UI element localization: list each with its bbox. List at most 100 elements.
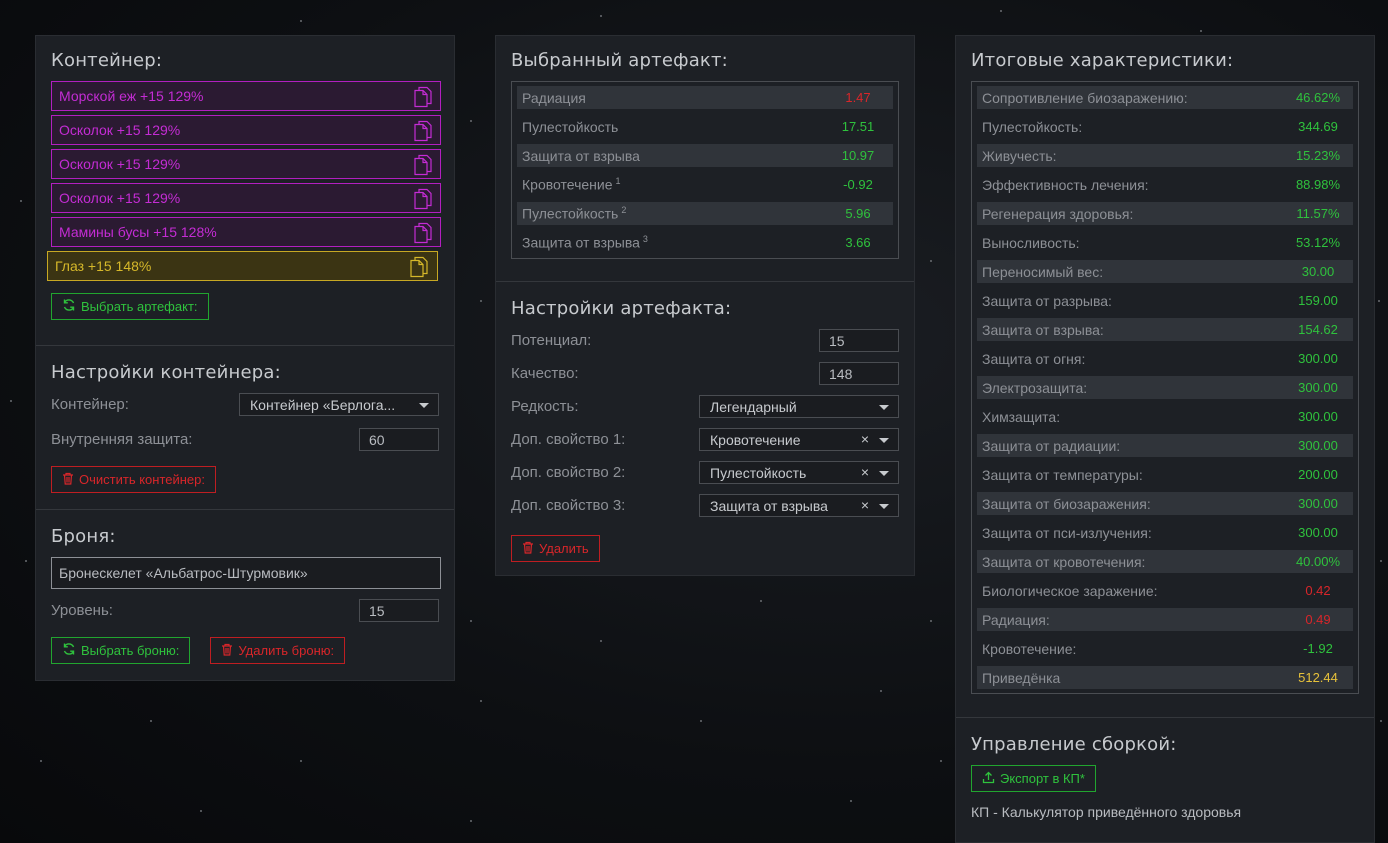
container-select-value: Контейнер «Берлога... [250,396,396,413]
total-stat-name: Эффективность лечения: [982,176,1149,193]
total-stat-value: 300.00 [1298,351,1338,366]
container-select[interactable]: Контейнер «Берлога... [239,393,439,416]
prop2-select-value: Пулестойкость [710,464,807,481]
star-dot [300,760,302,762]
total-stat-row: Защита от биозаражения: 300.00 [977,492,1353,515]
copy-icon[interactable] [409,256,429,281]
trash-icon [221,643,233,659]
delete-armor-button[interactable]: Удалить броню: [210,637,346,664]
container-slot[interactable]: Осколок +15 129% [51,115,441,145]
artifact-stat-value: 3.66 [845,235,871,250]
clear-container-button[interactable]: Очистить контейнер: [51,466,216,493]
artifact-stat-name-text: Защита от взрыва [522,234,640,251]
clear-container-label: Очистить контейнер: [79,472,205,487]
delete-artifact-button[interactable]: Удалить [511,535,600,562]
build-management-section: Управление сборкой: Экспорт в КП* КП - К… [956,718,1374,835]
total-stat-value: 300.00 [1298,438,1338,453]
clear-icon[interactable]: × [861,431,869,447]
copy-icon[interactable] [413,120,433,145]
total-stat-row: Эффективность лечения: 88.98% [977,173,1353,196]
star-dot [480,700,482,702]
artifact-stat-row: Защита от взрыва 10.97 [517,144,893,167]
star-dot [40,760,42,762]
left-panel: Контейнер: Морской еж +15 129% Осколок +1… [35,35,455,681]
total-stat-value: -1.92 [1303,641,1333,656]
artifact-stat-footnote: 2 [621,205,627,216]
prop1-select-value: Кровотечение [710,431,801,448]
total-stat-row: Защита от огня: 300.00 [977,347,1353,370]
star-dot [470,120,472,122]
container-slot-label: Морской еж +15 129% [59,88,204,104]
total-stat-row: Защита от температуры: 200.00 [977,463,1353,486]
artifact-stats-table: Радиация 1.47 Пулестойкость 17.51 Защита от … [511,81,899,259]
artifact-stat-name-text: Пулестойкость [522,118,619,135]
total-stat-name: Сопротивление биозаражению: [982,89,1188,106]
total-stat-row: Защита от разрыва: 159.00 [977,289,1353,312]
artifact-stat-value: 17.51 [841,119,875,134]
inner-protection-label: Внутренняя защита: [51,431,193,448]
totals-stats-table: Сопротивление биозаражению: 46.62% Пулесто… [971,81,1359,694]
total-stat-row: Регенерация здоровья: 11.57% [977,202,1353,225]
quality-row: Качество: 148 [511,362,899,385]
container-slot[interactable]: Осколок +15 129% [51,149,441,179]
rarity-select[interactable]: Легендарный [699,395,899,418]
artifact-stat-name: Пулестойкость 2 [522,205,626,222]
prop1-select[interactable]: Кровотечение × [699,428,899,451]
total-stat-value: 0.49 [1305,612,1331,627]
total-stat-row: Радиация: 0.49 [977,608,1353,631]
armor-level-input[interactable]: 15 [359,599,439,622]
clear-icon[interactable]: × [861,497,869,513]
prop1-row: Доп. свойство 1: Кровотечение × [511,428,899,451]
star-dot [600,640,602,642]
total-stat-name: Живучесть: [982,147,1057,164]
right-panel: Итоговые характеристики: Сопротивление б… [955,35,1375,843]
export-button[interactable]: Экспорт в КП* [971,765,1096,792]
prop1-label: Доп. свойство 1: [511,431,626,448]
artifact-stat-name-text: Защита от взрыва [522,147,640,164]
select-artifact-button[interactable]: Выбрать артефакт: [51,293,209,320]
delete-armor-label: Удалить броню: [238,643,335,658]
artifact-stat-row: Пулестойкость 17.51 [517,115,893,138]
prop3-label: Доп. свойство 3: [511,497,626,514]
prop3-select[interactable]: Защита от взрыва × [699,494,899,517]
total-stat-name: Защита от пси-излучения: [982,524,1152,541]
copy-icon[interactable] [413,222,433,247]
inner-protection-row: Внутренняя защита: 60 [51,428,439,451]
star-dot [940,760,942,762]
star-dot [200,810,202,812]
container-slot[interactable]: Глаз +15 148% [47,251,438,281]
container-slot-label: Мамины бусы +15 128% [59,224,217,240]
total-stat-row: Химзащита: 300.00 [977,405,1353,428]
build-management-title: Управление сборкой: [971,734,1177,755]
total-stat-value: 88.98% [1295,177,1341,192]
potential-input[interactable]: 15 [819,329,899,352]
total-stat-name: Радиация: [982,611,1050,628]
armor-level-label: Уровень: [51,602,113,619]
total-stat-row: Пулестойкость: 344.69 [977,115,1353,138]
copy-icon[interactable] [413,86,433,111]
quality-input[interactable]: 148 [819,362,899,385]
star-dot [850,800,852,802]
total-stat-name: Защита от огня: [982,350,1086,367]
artifact-stat-value: -0.92 [843,177,873,192]
select-artifact-label: Выбрать артефакт: [81,299,198,314]
container-slot[interactable]: Осколок +15 129% [51,183,441,213]
container-slot[interactable]: Мамины бусы +15 128% [51,217,441,247]
artifact-stat-value: 5.96 [845,206,871,221]
total-stat-name: Переносимый вес: [982,263,1104,280]
copy-icon[interactable] [413,188,433,213]
chevron-down-icon [879,504,889,509]
total-stat-name: Выносливость: [982,234,1080,251]
armor-field[interactable]: Бронескелет «Альбатрос-Штурмовик» [51,557,441,589]
prop2-select[interactable]: Пулестойкость × [699,461,899,484]
container-slot[interactable]: Морской еж +15 129% [51,81,441,111]
inner-protection-input[interactable]: 60 [359,428,439,451]
artifact-stat-name-text: Пулестойкость [522,205,619,222]
total-stat-row: Защита от взрыва: 154.62 [977,318,1353,341]
container-slots: Морской еж +15 129% Осколок +15 129% Оскол… [47,81,441,281]
chevron-down-icon [879,405,889,410]
totals-title: Итоговые характеристики: [971,50,1234,71]
clear-icon[interactable]: × [861,464,869,480]
select-armor-button[interactable]: Выбрать броню: [51,637,191,664]
copy-icon[interactable] [413,154,433,179]
